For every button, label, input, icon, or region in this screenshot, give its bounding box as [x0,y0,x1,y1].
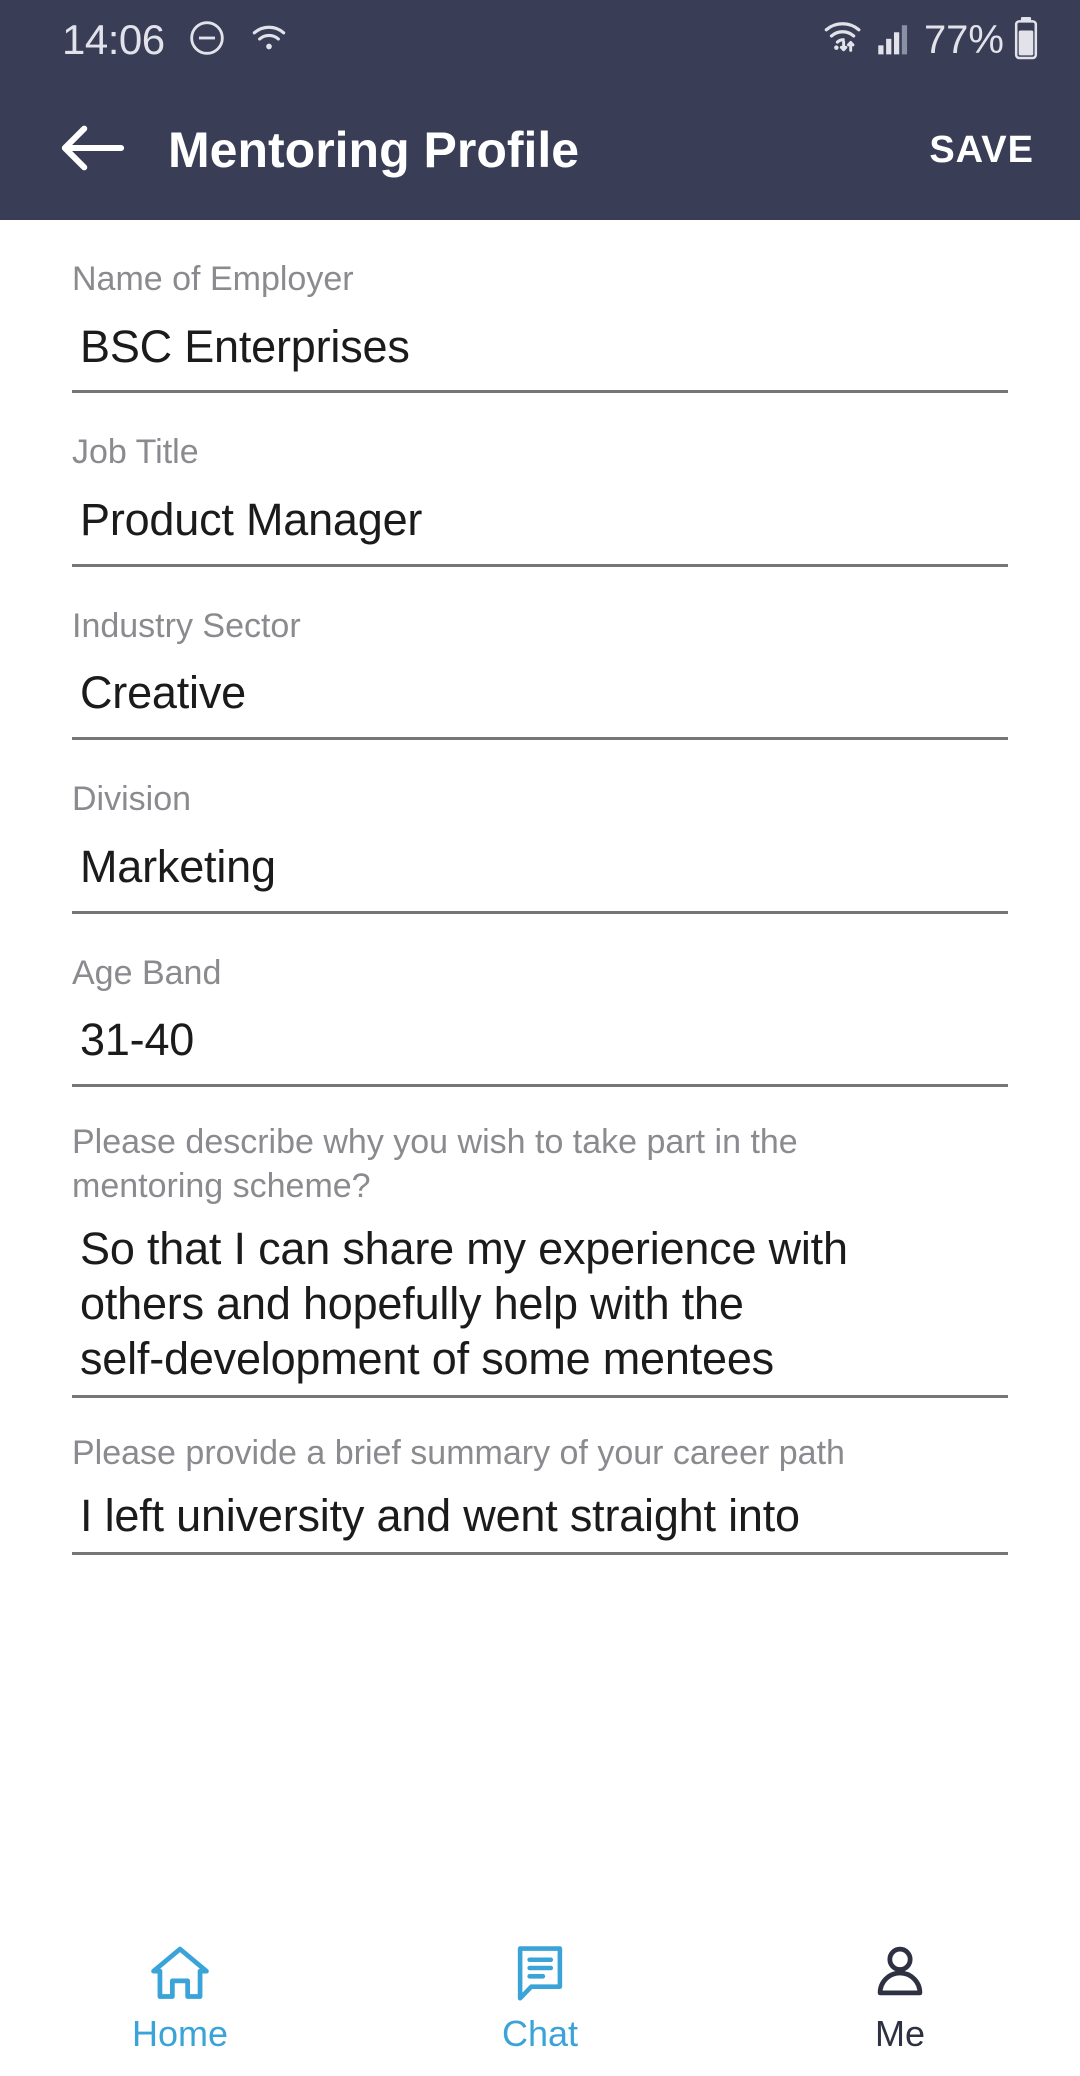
status-bar-right: 77% [822,16,1040,65]
field-label-line: Please provide a brief summary of your c… [72,1433,845,1472]
value-line: others and hopefully help with the [80,1277,744,1329]
field-career-path: Please provide a brief summary of your c… [72,1398,1008,1556]
field-label: Please describe why you wish to take par… [72,1121,952,1208]
battery-icon [1012,16,1040,65]
job-title-input[interactable]: Product Manager [72,475,1008,567]
back-button[interactable] [44,102,140,198]
field-label: Age Band [72,953,222,992]
nav-item-chat[interactable]: Chat [360,1944,720,2052]
chat-bubble-icon [511,1944,569,2006]
division-input[interactable]: Marketing [72,822,1008,914]
value-line: self-development of some mentees [80,1332,774,1384]
mentoring-motivation-input[interactable]: So that I can share my experience with o… [72,1208,1008,1398]
app-bar: Mentoring Profile SAVE [0,80,1080,220]
status-bar-left: 14:06 [62,18,289,63]
employer-input[interactable]: BSC Enterprises [72,302,1008,394]
field-mentoring-motivation: Please describe why you wish to take par… [72,1087,1008,1398]
bottom-navigation-bar: Home Chat Me [0,1920,1080,2076]
home-icon [149,1944,211,2006]
back-arrow-icon [59,122,125,179]
field-label: Name of Employer [72,260,354,298]
field-job-title: Job Title Product Manager [72,393,1008,567]
nav-label: Chat [501,2013,579,2054]
career-path-input[interactable]: I left university and went straight into [72,1475,1008,1556]
age-band-input[interactable]: 31-40 [72,995,1008,1088]
status-clock: 14:06 [62,16,165,63]
field-label-line: mentoring scheme? [72,1166,371,1205]
wifi-icon [249,21,289,60]
save-button[interactable]: SAVE [923,115,1040,186]
status-bar: 14:06 77% [0,0,1080,80]
field-industry-sector: Industry Sector Creative [72,567,1008,741]
nav-item-home[interactable]: Home [0,1944,360,2052]
field-label: Please provide a brief summary of your c… [72,1432,952,1476]
field-label: Job Title [72,433,199,472]
cellular-signal-icon [876,20,910,61]
wifi-data-transfer-icon [822,19,868,62]
do-not-disturb-icon [187,18,227,63]
field-label: Division [72,780,192,819]
value-line: So that I can share my experience with [80,1223,848,1275]
value-line: I left university and went straight into [80,1490,800,1542]
field-name-of-employer: Name of Employer BSC Enterprises [72,220,1008,394]
nav-item-me[interactable]: Me [720,1944,1080,2052]
person-icon [873,1944,927,2006]
field-label: Industry Sector [72,606,301,645]
page-title: Mentoring Profile [168,122,580,178]
nav-label: Me [874,2013,925,2054]
field-division: Division Marketing [72,740,1008,914]
mentoring-profile-form: Name of Employer BSC Enterprises Job Tit… [0,220,1080,1920]
nav-label: Home [131,2013,229,2054]
industry-sector-input[interactable]: Creative [72,648,1008,741]
battery-percent-label: 77% [923,18,1004,62]
field-age-band: Age Band 31-40 [72,914,1008,1088]
field-label-line: Please describe why you wish to take par… [72,1123,798,1162]
